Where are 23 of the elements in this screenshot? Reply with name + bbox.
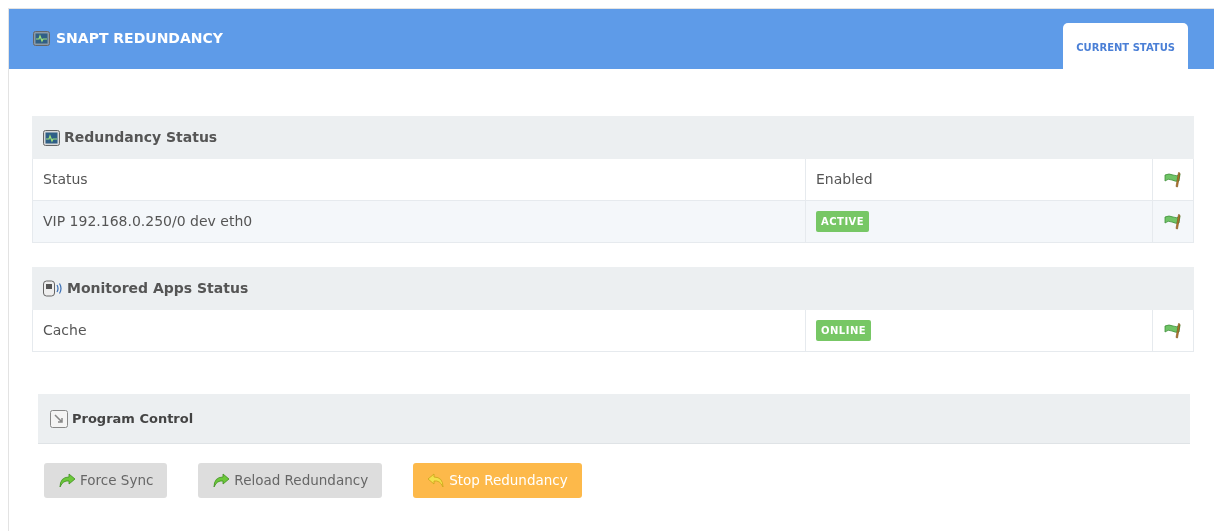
device-icon (43, 280, 63, 297)
tab[interactable]: CURRENT STATUS (1063, 23, 1188, 69)
action-button[interactable]: Force Sync (44, 463, 168, 498)
page-title: SNAPT REDUNDANCY (56, 28, 223, 48)
table-cell: Cache (33, 310, 806, 351)
resize-icon (50, 409, 68, 428)
status-badge: ACTIVE (816, 211, 870, 232)
table-cell: Status (33, 159, 806, 200)
monitor-icon (43, 129, 60, 146)
monitor-icon (33, 30, 50, 46)
redo-arrow-icon (212, 472, 231, 489)
flag-icon (1164, 322, 1182, 339)
redo-arrow-icon (58, 472, 76, 489)
action-button[interactable]: Reload Redundancy (198, 463, 383, 498)
panel-title: Redundancy Status (64, 128, 218, 147)
panel-title: Monitored Apps Status (67, 279, 249, 298)
status-value: Enabled (816, 170, 873, 189)
status-badge: ONLINE (816, 320, 872, 341)
flag-icon (1164, 171, 1182, 188)
undo-arrow-icon (427, 472, 446, 489)
flag-icon (1164, 213, 1182, 230)
panel-title: Program Control (72, 409, 194, 428)
table-cell: VIP 192.168.0.250/0 dev eth0 (33, 201, 806, 242)
